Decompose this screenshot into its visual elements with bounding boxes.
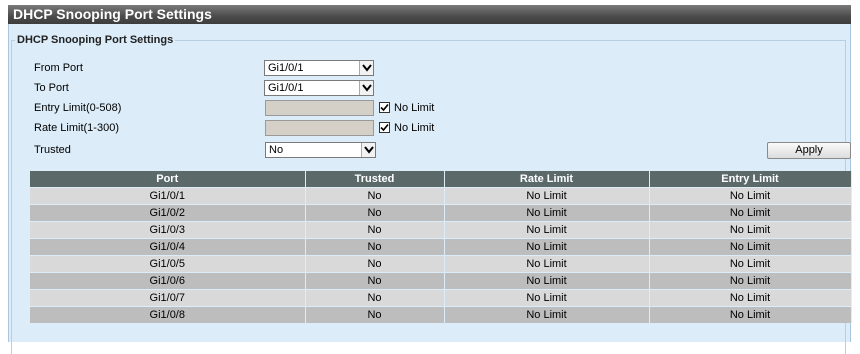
cell-entry-limit: No Limit — [649, 238, 852, 256]
cell-trusted: No — [305, 221, 445, 239]
rate-limit-label: Rate Limit(1-300) — [34, 122, 119, 134]
cell-rate-limit: No Limit — [444, 238, 650, 256]
cell-entry-limit: No Limit — [649, 272, 852, 290]
rate-limit-no-limit-label: No Limit — [394, 122, 435, 134]
chevron-down-icon — [359, 81, 373, 95]
settings-panel: DHCP Snooping Port Settings From Port Gi… — [8, 24, 852, 354]
rate-limit-no-limit-checkbox[interactable] — [379, 122, 390, 133]
cell-trusted: No — [305, 187, 445, 205]
table-row: Gi1/0/1 No No Limit No Limit — [30, 187, 852, 205]
cell-rate-limit: No Limit — [444, 289, 650, 307]
table-row: Gi1/0/5 No No Limit No Limit — [30, 255, 852, 273]
cell-entry-limit: No Limit — [649, 187, 852, 205]
cell-rate-limit: No Limit — [444, 255, 650, 273]
cell-trusted: No — [305, 255, 445, 273]
column-header-rate-limit: Rate Limit — [444, 171, 650, 188]
checkmark-icon — [380, 123, 389, 132]
cell-port: Gi1/0/8 — [30, 306, 306, 323]
table-row: Gi1/0/3 No No Limit No Limit — [30, 221, 852, 239]
to-port-select[interactable]: Gi1/0/1 — [264, 80, 374, 96]
cell-trusted: No — [305, 272, 445, 290]
table-header-row: Port Trusted Rate Limit Entry Limit — [30, 171, 852, 188]
cell-port: Gi1/0/7 — [30, 289, 306, 307]
cell-rate-limit: No Limit — [444, 272, 650, 290]
trusted-value: No — [269, 144, 284, 156]
to-port-label: To Port — [34, 82, 69, 94]
cell-entry-limit: No Limit — [649, 255, 852, 273]
cell-entry-limit: No Limit — [649, 306, 852, 323]
cell-port: Gi1/0/4 — [30, 238, 306, 256]
cell-trusted: No — [305, 289, 445, 307]
cell-rate-limit: No Limit — [444, 306, 650, 323]
port-settings-table: Port Trusted Rate Limit Entry Limit Gi1/… — [30, 171, 852, 323]
entry-limit-input[interactable] — [265, 100, 374, 116]
page-title: DHCP Snooping Port Settings — [8, 5, 851, 24]
chevron-down-icon — [361, 143, 375, 157]
table-row: Gi1/0/2 No No Limit No Limit — [30, 204, 852, 222]
cell-trusted: No — [305, 204, 445, 222]
entry-limit-label: Entry Limit(0-508) — [34, 102, 122, 114]
cell-rate-limit: No Limit — [444, 187, 650, 205]
column-header-entry-limit: Entry Limit — [649, 171, 852, 188]
trusted-select[interactable]: No — [265, 142, 376, 158]
rate-limit-input[interactable] — [265, 120, 374, 136]
from-port-value: Gi1/0/1 — [268, 62, 304, 74]
cell-rate-limit: No Limit — [444, 221, 650, 239]
fieldset-legend: DHCP Snooping Port Settings — [17, 34, 174, 46]
table-row: Gi1/0/6 No No Limit No Limit — [30, 272, 852, 290]
cell-port: Gi1/0/5 — [30, 255, 306, 273]
cell-entry-limit: No Limit — [649, 289, 852, 307]
from-port-select[interactable]: Gi1/0/1 — [264, 60, 374, 76]
entry-limit-no-limit-checkbox[interactable] — [379, 102, 390, 113]
cell-rate-limit: No Limit — [444, 204, 650, 222]
apply-button[interactable]: Apply — [767, 142, 851, 159]
table-row: Gi1/0/7 No No Limit No Limit — [30, 289, 852, 307]
chevron-down-icon — [359, 61, 373, 75]
cell-entry-limit: No Limit — [649, 204, 852, 222]
cell-trusted: No — [305, 306, 445, 323]
column-header-trusted: Trusted — [305, 171, 445, 188]
cell-port: Gi1/0/1 — [30, 187, 306, 205]
column-header-port: Port — [30, 171, 306, 188]
cell-trusted: No — [305, 238, 445, 256]
checkmark-icon — [380, 103, 389, 112]
entry-limit-no-limit-label: No Limit — [394, 102, 435, 114]
cell-port: Gi1/0/2 — [30, 204, 306, 222]
cell-entry-limit: No Limit — [649, 221, 852, 239]
cell-port: Gi1/0/6 — [30, 272, 306, 290]
table-row: Gi1/0/4 No No Limit No Limit — [30, 238, 852, 256]
from-port-label: From Port — [34, 62, 83, 74]
table-row: Gi1/0/8 No No Limit No Limit — [30, 306, 852, 323]
cell-port: Gi1/0/3 — [30, 221, 306, 239]
to-port-value: Gi1/0/1 — [268, 82, 304, 94]
trusted-label: Trusted — [34, 144, 71, 156]
